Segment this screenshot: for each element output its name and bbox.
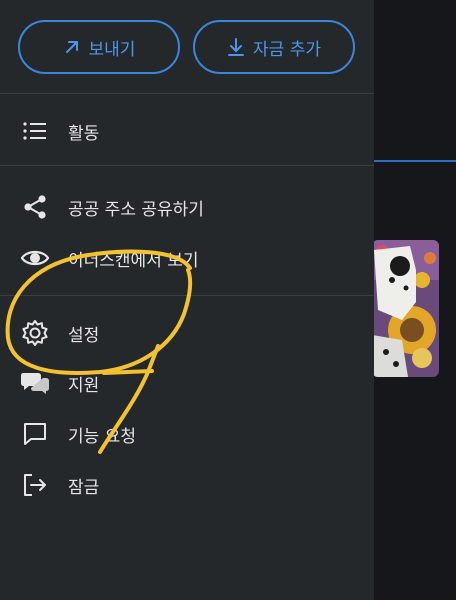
menu-item-label: 활동 (68, 123, 100, 144)
download-icon (228, 38, 245, 56)
eye-icon (20, 243, 50, 273)
menu-item-activity[interactable]: 활동 (0, 109, 374, 153)
menu-item-feature-request[interactable]: 기능 요청 (0, 412, 374, 456)
menu-item-share-address[interactable]: 공공 주소 공유하기 (0, 185, 374, 229)
logout-icon (20, 470, 50, 500)
share-icon (20, 192, 50, 222)
divider (0, 295, 374, 296)
menu-item-label: 잠금 (68, 477, 100, 498)
divider (0, 93, 374, 94)
send-button-label: 보내기 (88, 39, 136, 60)
arrow-up-right-icon (65, 41, 78, 53)
menu-item-label: 설정 (68, 325, 100, 346)
side-drawer: 보내기 자금 추가 활동 공공 주소 공유하기 이더스캔에서 보기 설정 지원 … (0, 0, 374, 600)
add-funds-button[interactable]: 자금 추가 (193, 20, 355, 74)
menu-item-view-etherscan[interactable]: 이더스캔에서 보기 (0, 236, 374, 280)
send-button[interactable]: 보내기 (18, 20, 180, 74)
gear-icon (20, 318, 50, 348)
background-tab-indicator (374, 160, 456, 162)
menu-item-label: 지원 (68, 375, 100, 396)
menu-item-label: 기능 요청 (68, 426, 136, 447)
menu-item-support[interactable]: 지원 (0, 361, 374, 405)
menu-item-lock[interactable]: 잠금 (0, 463, 374, 507)
menu-item-label: 이더스캔에서 보기 (68, 250, 199, 271)
list-icon (20, 116, 50, 146)
add-funds-button-label: 자금 추가 (253, 39, 321, 60)
background-nft-thumbnail (372, 240, 439, 377)
divider (0, 165, 374, 166)
menu-item-settings[interactable]: 설정 (0, 311, 374, 355)
menu-item-label: 공공 주소 공유하기 (68, 199, 204, 220)
chat-bubbles-icon (20, 368, 50, 398)
message-square-icon (20, 419, 50, 449)
